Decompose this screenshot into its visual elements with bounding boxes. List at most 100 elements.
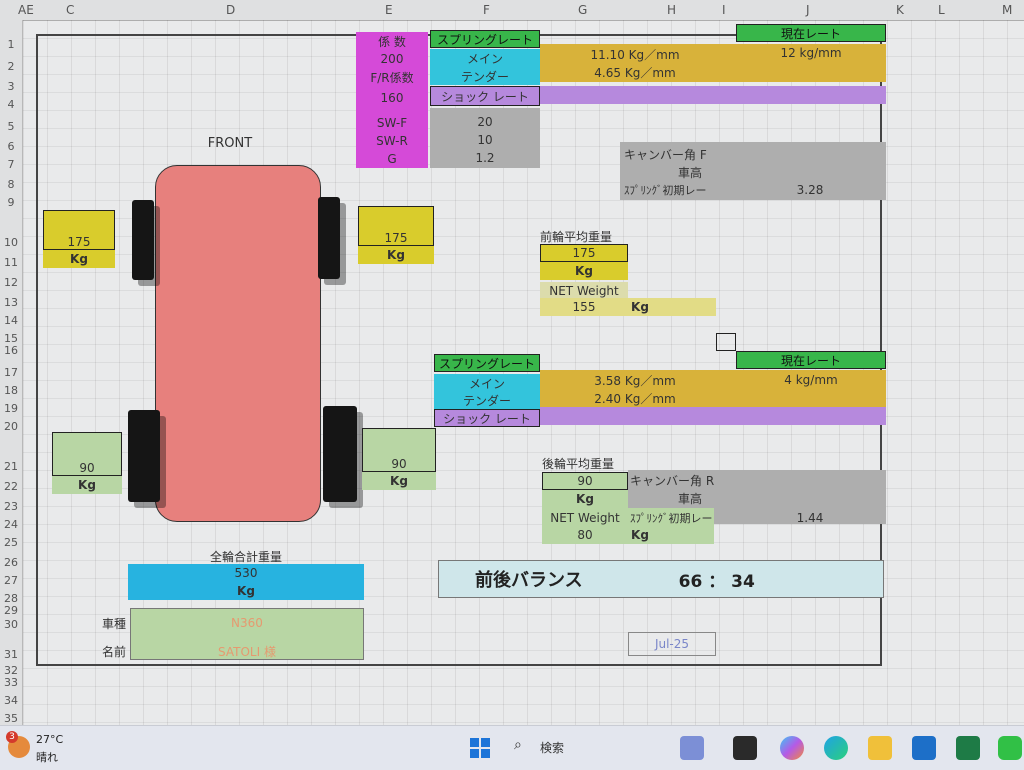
rear-avg-value[interactable]: 90: [542, 472, 628, 490]
swr-value[interactable]: 10: [430, 131, 540, 149]
line-app-icon[interactable]: [998, 736, 1022, 760]
row-header[interactable]: 34: [0, 694, 22, 707]
front-net-value[interactable]: 155: [540, 298, 628, 316]
weather-temp[interactable]: 27°C: [36, 733, 63, 746]
copilot-icon[interactable]: [780, 736, 804, 760]
front-left-wheel-weight[interactable]: 175: [43, 210, 115, 250]
rear-spring-rate-label: スプリングレート: [434, 354, 540, 372]
row-header[interactable]: 5: [0, 120, 22, 133]
swf-label: SW-F: [376, 116, 408, 130]
row-header[interactable]: 24: [0, 518, 22, 531]
row-header[interactable]: 4: [0, 98, 22, 111]
rear-initial-value[interactable]: 1.44: [770, 510, 850, 526]
windows-start-icon[interactable]: [470, 738, 490, 758]
date-cell[interactable]: Jul-25: [628, 632, 716, 656]
taskbar-search[interactable]: 検索: [540, 739, 564, 756]
col-header[interactable]: H: [667, 3, 676, 17]
row-header[interactable]: 2: [0, 60, 22, 73]
col-header[interactable]: F: [483, 3, 490, 17]
rear-left-wheel-weight[interactable]: 90: [52, 432, 122, 476]
row-header[interactable]: 7: [0, 158, 22, 171]
total-weight-label: 全輪合計重量: [209, 549, 282, 564]
row-header[interactable]: 16: [0, 344, 22, 357]
rear-initial-label: ｽﾌﾟﾘﾝｸﾞ初期レー: [630, 512, 713, 525]
selected-cell[interactable]: [716, 333, 736, 351]
balance-box: 前後バランス 66 ： 34: [438, 560, 884, 598]
row-header[interactable]: 31: [0, 648, 22, 661]
rear-avg-label: 後輪平均重量: [542, 456, 615, 471]
taskbar: 3 27°C 晴れ ⌕ 検索: [0, 725, 1024, 770]
search-icon[interactable]: ⌕: [514, 737, 522, 753]
weather-desc[interactable]: 晴れ: [36, 749, 58, 765]
rear-left-tire-icon: [128, 410, 160, 502]
rear-tender-label: テンダー: [434, 391, 540, 409]
front-main-value[interactable]: 11.10 Kg／mm: [540, 46, 730, 62]
row-header[interactable]: 3: [0, 80, 22, 93]
fr-coeff-label: F/R係数: [370, 70, 414, 85]
widgets-icon[interactable]: [680, 736, 704, 760]
model-value[interactable]: N360: [130, 614, 364, 632]
outlook-icon[interactable]: [912, 736, 936, 760]
rear-tender-value[interactable]: 2.40 Kg／mm: [540, 390, 730, 406]
front-tender-value[interactable]: 4.65 Kg／mm: [540, 64, 730, 80]
edge-browser-icon[interactable]: [824, 736, 848, 760]
rear-net-value[interactable]: 80: [542, 527, 628, 543]
front-initial-label: ｽﾌﾟﾘﾝｸﾞ初期レー: [624, 184, 707, 197]
row-header[interactable]: 17: [0, 366, 22, 379]
rear-current-rate-value[interactable]: 4 kg/mm: [736, 371, 886, 389]
task-view-icon[interactable]: [733, 736, 757, 760]
col-header[interactable]: L: [938, 3, 945, 17]
col-header[interactable]: D: [226, 3, 235, 17]
row-header[interactable]: 22: [0, 480, 22, 493]
row-header[interactable]: 27: [0, 574, 22, 587]
row-header[interactable]: 25: [0, 536, 22, 549]
front-shock-value-bar[interactable]: [540, 86, 886, 104]
col-header[interactable]: K: [896, 3, 904, 17]
file-explorer-icon[interactable]: [868, 736, 892, 760]
front-current-rate-value[interactable]: 12 kg/mm: [736, 44, 886, 62]
col-header[interactable]: J: [806, 3, 810, 17]
row-header[interactable]: 13: [0, 296, 22, 309]
front-left-wheel-unit: Kg: [43, 250, 115, 268]
col-header[interactable]: M: [1002, 3, 1012, 17]
row-header[interactable]: 9: [0, 196, 22, 209]
rear-shock-value-bar[interactable]: [540, 407, 886, 425]
row-header[interactable]: 6: [0, 140, 22, 153]
rear-right-wheel-unit: Kg: [362, 472, 436, 490]
rear-height-label: 車高: [677, 491, 702, 506]
excel-icon[interactable]: [956, 736, 980, 760]
total-weight-unit: Kg: [128, 582, 364, 600]
swf-value[interactable]: 20: [430, 113, 540, 131]
row-header[interactable]: 19: [0, 402, 22, 415]
rear-main-value[interactable]: 3.58 Kg／mm: [540, 372, 730, 388]
row-header[interactable]: 21: [0, 460, 22, 473]
front-right-wheel-weight[interactable]: 175: [358, 206, 434, 246]
row-header[interactable]: 30: [0, 618, 22, 631]
total-weight-value[interactable]: 530: [128, 564, 364, 582]
g-value[interactable]: 1.2: [430, 149, 540, 167]
row-header[interactable]: 12: [0, 276, 22, 289]
col-header[interactable]: AE: [18, 3, 34, 17]
col-header[interactable]: G: [578, 3, 587, 17]
row-header[interactable]: 26: [0, 556, 22, 569]
row-header[interactable]: 23: [0, 500, 22, 513]
row-header[interactable]: 18: [0, 384, 22, 397]
row-header[interactable]: 35: [0, 712, 22, 725]
front-avg-value[interactable]: 175: [540, 244, 628, 262]
col-header[interactable]: I: [722, 3, 726, 17]
row-header[interactable]: 33: [0, 676, 22, 689]
row-header[interactable]: 1: [0, 38, 22, 51]
front-initial-value[interactable]: 3.28: [770, 182, 850, 198]
col-header[interactable]: C: [66, 3, 74, 17]
row-header[interactable]: 20: [0, 420, 22, 433]
row-header[interactable]: 11: [0, 256, 22, 269]
row-header[interactable]: 10: [0, 236, 22, 249]
col-header[interactable]: E: [385, 3, 393, 17]
row-header[interactable]: 14: [0, 314, 22, 327]
name-value[interactable]: SATOLI 様: [130, 642, 364, 660]
row-header[interactable]: 8: [0, 178, 22, 191]
row-header[interactable]: 29: [0, 604, 22, 617]
rear-right-wheel-weight[interactable]: 90: [362, 428, 436, 472]
balance-value[interactable]: 66 ： 34: [679, 567, 755, 592]
rear-current-rate-label: 現在レート: [736, 351, 886, 369]
